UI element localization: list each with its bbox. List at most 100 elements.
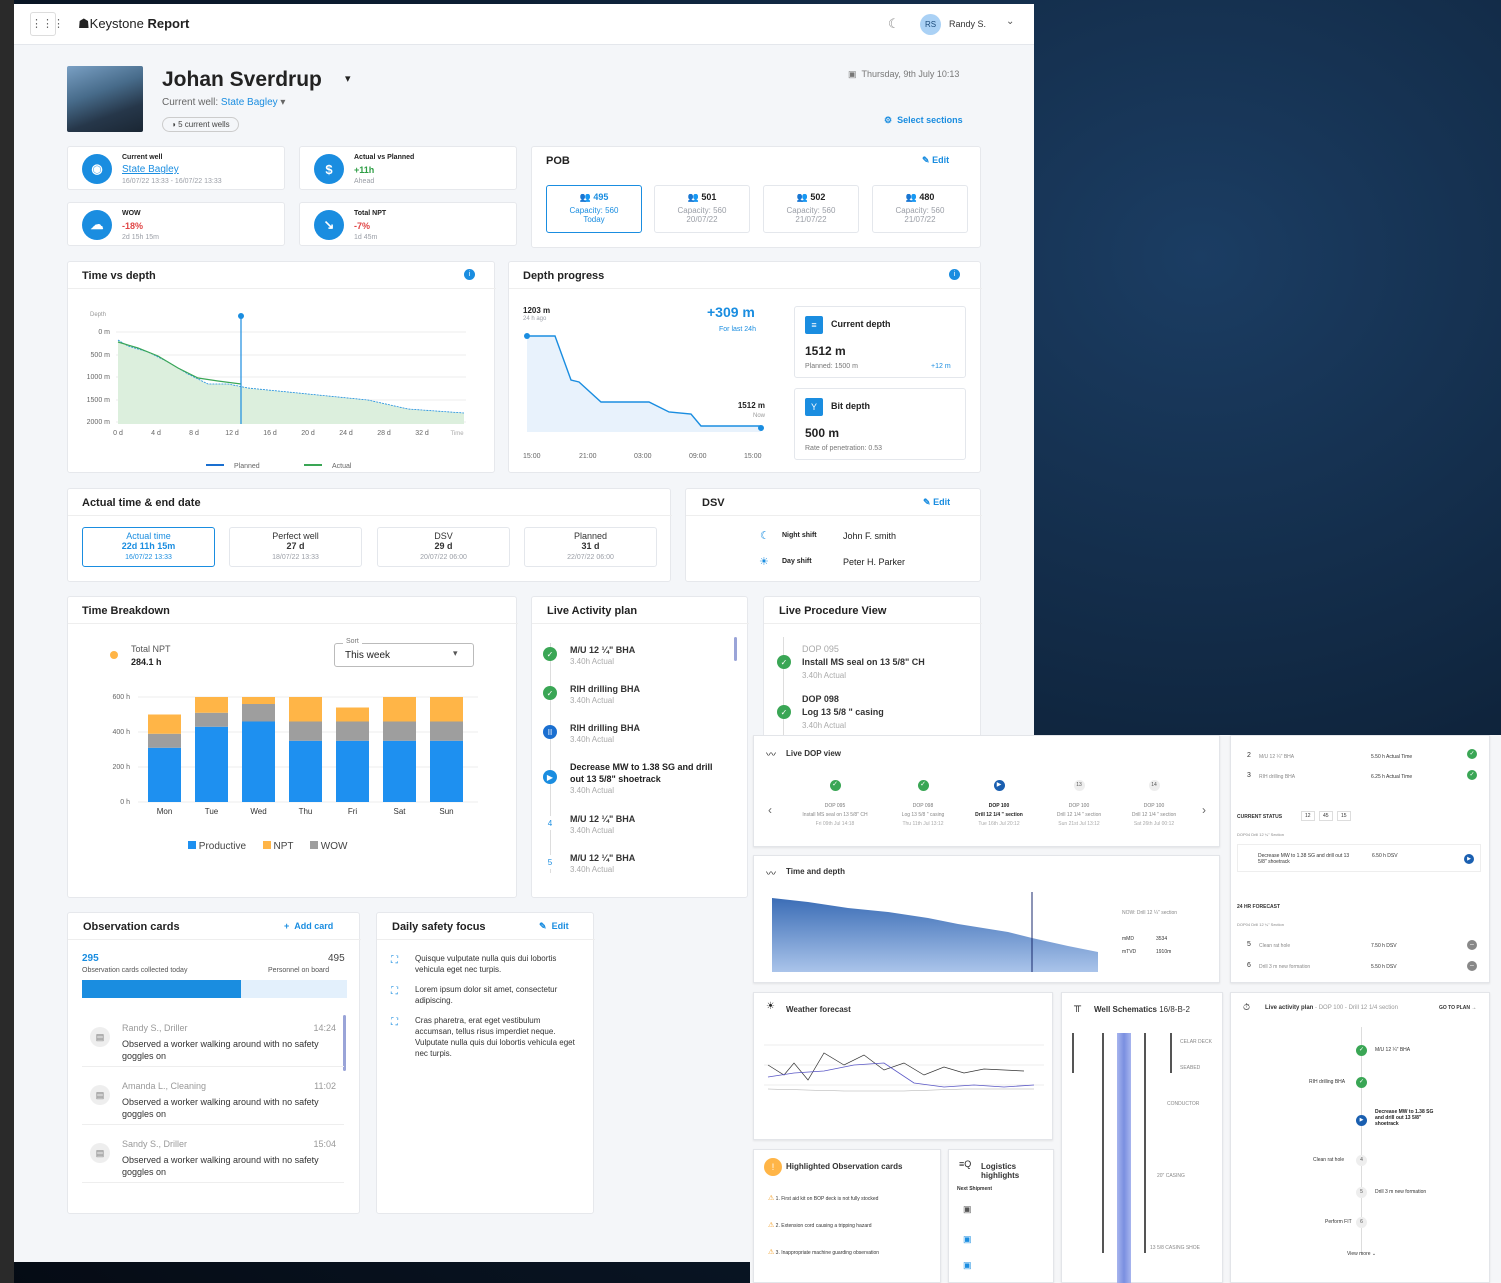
bar-productive-tue[interactable] (195, 726, 228, 802)
stat-value: +11h (354, 165, 375, 175)
go-to-plan-link[interactable]: GO TO PLAN → (1439, 1005, 1476, 1011)
select-sections-button[interactable]: ⚙ Select sections (884, 115, 963, 126)
minus-icon[interactable]: – (1467, 961, 1477, 971)
dop-step[interactable]: ✓ DOP 095 Install MS seal on 13 5/8" CH … (790, 780, 880, 827)
stat-card-current-well[interactable]: ◉ Current well State Bagley 16/07/22 13:… (67, 146, 285, 190)
bar-wow-sun[interactable] (430, 721, 463, 741)
bar-productive-wed[interactable] (242, 721, 275, 803)
kpi-planned[interactable]: Planned 31 d 22/07/22 06:00 (524, 527, 657, 567)
bar-productive-fri[interactable] (336, 740, 369, 802)
info-icon[interactable]: i (949, 269, 960, 280)
lap2-item[interactable]: Decrease MW to 1.38 SG and drill out 13 … (1375, 1109, 1435, 1127)
tb-xtick: Fri (348, 807, 358, 816)
bar-productive-thu[interactable] (289, 740, 322, 802)
minus-icon[interactable]: – (1467, 940, 1477, 950)
bar-npt-sun[interactable] (430, 697, 463, 722)
lap2-item[interactable]: RIH drilling BHA (1309, 1079, 1345, 1085)
hoc-item[interactable]: ⚠ 3. Inappropriate machine guarding obse… (768, 1248, 879, 1256)
activity-item[interactable]: RIH drilling BHA 3.40h Actual (570, 683, 715, 707)
pencil-icon: ✎ (539, 921, 547, 931)
hoc-item[interactable]: ⚠ 1. First aid kit on BOP deck is not fu… (768, 1194, 878, 1202)
stat-card-total-npt[interactable]: ↘ Total NPT -7% 1d 45m (299, 202, 517, 246)
dark-mode-icon[interactable]: ☾ (888, 16, 900, 32)
bar-wow-sat[interactable] (383, 721, 416, 741)
stat-card-actual-vs-planned[interactable]: $ Actual vs Planned +11h Ahead (299, 146, 517, 190)
bar-npt-thu[interactable] (289, 697, 322, 722)
bar-productive-sun[interactable] (430, 740, 463, 802)
bar-wow-tue[interactable] (195, 712, 228, 727)
procedure-title: Install MS seal on 13 5/8" CH (802, 657, 925, 667)
lap2-item[interactable]: M/U 12 ¼" BHA (1375, 1047, 1410, 1053)
play-icon: ▶ (993, 780, 1005, 791)
ws-title: Well Schematics (1094, 1005, 1157, 1014)
pob-count-value: 480 (919, 192, 935, 202)
well-schematics-card: ╥ Well Schematics 16/8-B-2 CELAR DECK SE… (1061, 992, 1223, 1283)
kpi-actual-time[interactable]: Actual time 22d 11h 15m 16/07/22 13:33 (82, 527, 215, 567)
tvd-xtick: 24 d (339, 430, 353, 437)
lap2-item[interactable]: Perform FIT (1325, 1219, 1352, 1225)
chevron-down-icon[interactable]: ⌄ (1006, 16, 1014, 27)
bar-npt-fri[interactable] (336, 707, 369, 722)
view-more-link[interactable]: View more ⌄ (1347, 1251, 1376, 1257)
info-icon[interactable]: i (464, 269, 475, 280)
well-dropdown-icon[interactable]: ▾ (280, 97, 285, 108)
observation-item[interactable]: ▤ Sandy S., Driller 15:04 Observed a worker… (82, 1137, 344, 1183)
apps-grid-icon[interactable]: ⋮⋮⋮ (30, 12, 64, 36)
avatar[interactable]: RS (920, 14, 941, 35)
dp-area (527, 336, 761, 432)
observation-item[interactable]: ▤ Randy S., Driller 14:24 Observed a worker… (82, 1021, 344, 1067)
bar-npt-sat[interactable] (383, 697, 416, 722)
tvd-now-handle[interactable] (238, 313, 244, 319)
user-name[interactable]: Randy S. (949, 19, 986, 29)
observation-item[interactable]: ▤ Amanda L., Cleaning 11:02 Observed a work… (82, 1079, 344, 1125)
procedure-item[interactable]: DOP 095 Install MS seal on 13 5/8" CH 3.… (802, 643, 962, 682)
dsf-edit-button[interactable]: ✎ Edit (539, 921, 569, 932)
dop-step-current[interactable]: ▶ DOP 100 Drill 12 1/4 " section Tue 16t… (954, 780, 1044, 827)
bar-wow-wed[interactable] (242, 704, 275, 722)
bar-productive-sat[interactable] (383, 740, 416, 802)
wells-badge[interactable]: ◑ 5 current wells (162, 117, 239, 132)
weather-line-3 (767, 1088, 1034, 1092)
add-card-button[interactable]: + Add card (284, 921, 333, 931)
activity-item[interactable]: Decrease MW to 1.38 SG and drill out 13 … (570, 761, 715, 797)
activity-title: RIH drilling BHA (570, 684, 640, 694)
current-well-link[interactable]: State Bagley (221, 97, 278, 108)
bar-wow-fri[interactable] (336, 721, 369, 741)
pob-day[interactable]: 👥 480 Capacity: 560 21/07/22 (872, 185, 968, 233)
pob-day-today[interactable]: 👥 495 Capacity: 560 Today (546, 185, 642, 233)
kpi-date: 16/07/22 13:33 (125, 554, 172, 561)
activity-item[interactable]: M/U 12 ¼" BHA 3.40h Actual (570, 852, 715, 876)
sort-select[interactable]: Sort This week ▾ (334, 638, 474, 667)
activity-item[interactable]: M/U 12 ¼" BHA 3.40h Actual (570, 813, 715, 837)
bar-wow-thu[interactable] (289, 721, 322, 741)
bar-npt-mon[interactable] (148, 714, 181, 734)
stat-card-wow[interactable]: ☁ WOW -18% 2d 15h 15m (67, 202, 285, 246)
pob-day[interactable]: 👥 502 Capacity: 560 21/07/22 (763, 185, 859, 233)
dsv-edit-button[interactable]: ✎ Edit (923, 497, 950, 508)
kpi-perfect-well[interactable]: Perfect well 27 d 18/07/22 13:33 (229, 527, 362, 567)
current-status-item[interactable]: Decrease MW to 1.38 SG and drill out 13 … (1237, 844, 1481, 872)
dop-step[interactable]: 14 DOP 100 Drill 12 1/4 " section Sat 26… (1109, 780, 1199, 827)
bar-wow-mon[interactable] (148, 733, 181, 748)
chevron-left-icon[interactable]: ‹ (768, 803, 772, 817)
activity-item[interactable]: RIH drilling BHA 3.40h Actual (570, 722, 715, 746)
kpi-dsv[interactable]: DSV 29 d 20/07/22 06:00 (377, 527, 510, 567)
site-dropdown-icon[interactable]: ▾ (345, 72, 351, 85)
bar-npt-wed[interactable] (242, 697, 275, 704)
bar-productive-mon[interactable] (148, 747, 181, 802)
procedure-item[interactable]: DOP 098 Log 13 5/8 " casing 3.40h Actual (802, 693, 962, 732)
pob-day[interactable]: 👥 501 Capacity: 560 20/07/22 (654, 185, 750, 233)
site-title[interactable]: Johan Sverdrup (162, 68, 322, 92)
lap2-item[interactable]: Clean rat hole (1313, 1157, 1344, 1163)
status-seconds: 15 (1337, 811, 1351, 821)
lap2-item[interactable]: Drill 3 m new formation (1375, 1189, 1426, 1195)
td-title: Time and depth (786, 867, 845, 876)
chevron-right-icon[interactable]: › (1202, 803, 1206, 817)
stat-value[interactable]: State Bagley (122, 164, 179, 175)
scrollbar[interactable] (734, 637, 737, 661)
pob-edit-button[interactable]: ✎ Edit (922, 155, 949, 166)
hoc-item[interactable]: ⚠ 2. Extension cord causing a tripping h… (768, 1221, 872, 1229)
pob-date: 21/07/22 (795, 215, 827, 224)
activity-item[interactable]: M/U 12 ¼" BHA 3.40h Actual (570, 644, 715, 668)
bar-npt-tue[interactable] (195, 697, 228, 713)
